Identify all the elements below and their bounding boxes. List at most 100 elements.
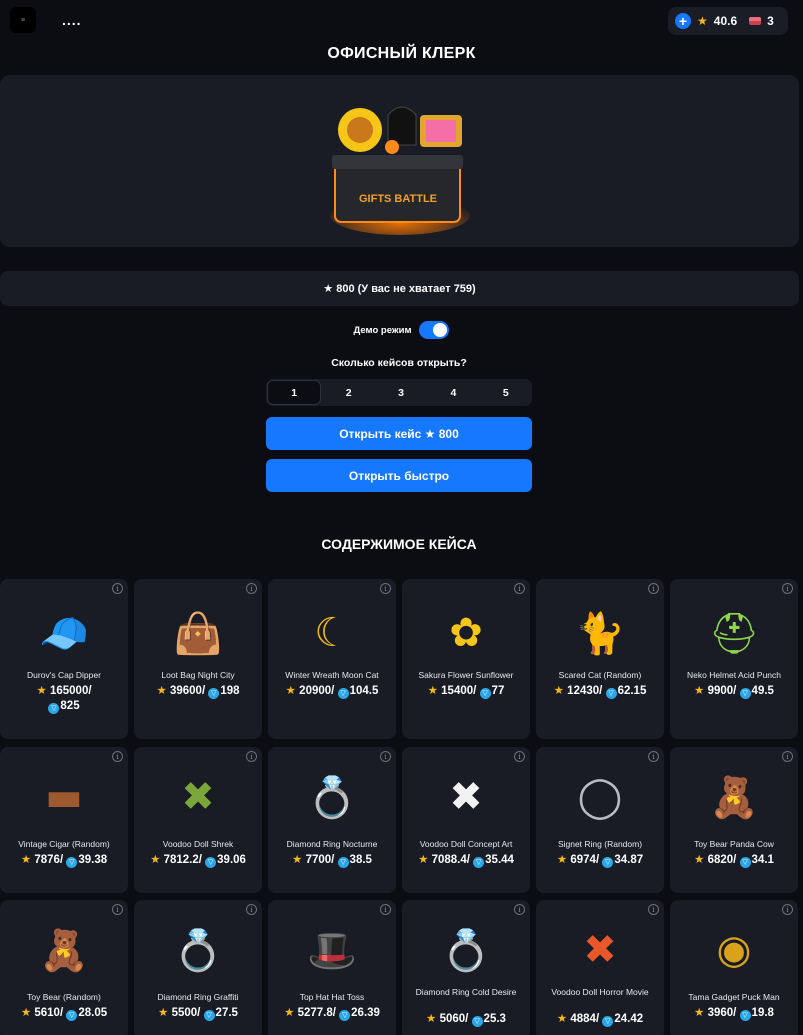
count-option-3[interactable]: 3 — [375, 379, 427, 406]
count-option-1[interactable]: 1 — [267, 380, 322, 405]
count-option-2[interactable]: 2 — [322, 379, 374, 406]
info-icon[interactable]: i — [648, 904, 659, 915]
item-price: ★ 3960/ ▽ 19.8 — [674, 1006, 794, 1021]
item-card[interactable]: i 🎩 Top Hat Hat Toss ★ 5277.8/ ▽ 26.39 — [268, 900, 396, 1035]
item-price-stars: 12430/ — [567, 685, 603, 697]
item-card[interactable]: i 🧸 Toy Bear (Random) ★ 5610/ ▽ 28.05 — [0, 900, 128, 1035]
item-card[interactable]: i ☾ Winter Wreath Moon Cat ★ 20900/ ▽ 104.5 — [268, 579, 396, 739]
info-icon[interactable]: i — [782, 583, 793, 594]
item-card[interactable]: i 💍 Diamond Ring Cold Desire ★ 5060/ ▽ 25.3 — [402, 900, 530, 1035]
item-price-ton: 39.38 — [78, 854, 108, 866]
item-card[interactable]: i ▬ Vintage Cigar (Random) ★ 7876/ ▽ 39.38 — [0, 747, 128, 893]
count-option-4[interactable]: 4 — [427, 379, 479, 406]
doll-icon: ✖ — [449, 774, 483, 820]
star-icon: ★ — [694, 854, 708, 866]
bear-icon: 🧸 — [709, 774, 759, 821]
cat-icon: 🐈 — [575, 610, 625, 657]
item-price-stars: 7812.2/ — [163, 854, 202, 866]
item-price-ton: 49.5 — [751, 685, 774, 697]
item-price: ★ 12430/ ▽ 62.15 — [540, 684, 660, 699]
item-card[interactable]: i ⛑ Neko Helmet Acid Punch ★ 9900/ ▽ 49.5 — [670, 579, 798, 739]
info-icon[interactable]: i — [648, 583, 659, 594]
ring-box-icon: 💍 — [441, 927, 491, 974]
info-icon[interactable]: i — [246, 751, 257, 762]
info-icon[interactable]: i — [514, 751, 525, 762]
ton-icon: ▽ — [203, 1010, 215, 1021]
info-icon[interactable]: i — [514, 904, 525, 915]
item-name: Voodoo Doll Horror Movie — [551, 987, 649, 997]
info-icon[interactable]: i — [380, 904, 391, 915]
info-icon[interactable]: i — [782, 751, 793, 762]
stars-balance: 40.6 — [713, 14, 738, 28]
item-price-ton: 27.5 — [215, 1007, 238, 1019]
item-price-stars: 15400/ — [441, 685, 477, 697]
ton-icon: ▽ — [479, 688, 491, 699]
star-icon: ★ — [158, 1007, 172, 1019]
item-card[interactable]: i ◉ Tama Gadget Puck Man ★ 3960/ ▽ 19.8 — [670, 900, 798, 1035]
item-price-stars: 165000/ — [49, 685, 92, 697]
top-hat-icon: 🎩 — [307, 927, 357, 974]
item-price-ton: 34.87 — [614, 854, 644, 866]
ring-box-icon: 💍 — [173, 927, 223, 974]
info-icon[interactable]: i — [648, 751, 659, 762]
info-icon[interactable]: i — [112, 583, 123, 594]
open-fast-button[interactable]: Открыть быстро — [266, 459, 532, 492]
star-icon: ★ — [20, 1007, 35, 1019]
item-card[interactable]: i 💍 Diamond Ring Nocturne ★ 7700/ ▽ 38.5 — [268, 747, 396, 893]
star-icon: ★ — [156, 685, 170, 697]
item-card[interactable]: i ✖ Voodoo Doll Horror Movie ★ 4884/ ▽ 24.42 — [536, 900, 664, 1035]
item-price-stars: 7700/ — [305, 854, 335, 866]
item-card[interactable]: i ✖ Voodoo Doll Concept Art ★ 7088.4/ ▽ 35.4… — [402, 747, 530, 893]
item-price-ton: 104.5 — [349, 685, 379, 697]
item-price: ★ 7812.2/ ▽ 39.06 — [138, 853, 258, 868]
case-price-bar: ★ 800 (У вас не хватает 759) — [0, 271, 799, 306]
item-card[interactable]: i 👜 Loot Bag Night City ★ 39600/ ▽ 198 — [134, 579, 262, 739]
balance-panel[interactable]: + ★ 40.6 3 — [668, 7, 788, 35]
info-icon[interactable]: i — [246, 904, 257, 915]
open-case-button[interactable]: Открыть кейс ★ 800 — [266, 417, 532, 450]
item-card[interactable]: i ✿ Sakura Flower Sunflower ★ 15400/ ▽ 77 — [402, 579, 530, 739]
item-price: ★ 4884/ ▽ 24.42 — [540, 1012, 660, 1027]
info-icon[interactable]: i — [380, 583, 391, 594]
item-card[interactable]: i 🧢 Durov's Cap Dipper ★ 165000/ ▽ 825 — [0, 579, 128, 739]
info-icon[interactable]: i — [112, 751, 123, 762]
demo-mode-row: Демо режим — [0, 321, 803, 339]
star-icon: ★ — [694, 1007, 708, 1019]
item-price: ★ 15400/ ▽ 77 — [406, 684, 526, 699]
ton-icon: ▽ — [473, 857, 485, 868]
chest-label: GIFTS BATTLE — [359, 193, 437, 205]
star-icon: ★ — [556, 854, 571, 866]
item-price: ★ 39600/ ▽ 198 — [138, 684, 258, 699]
info-icon[interactable]: i — [246, 583, 257, 594]
item-price-ton: 39.06 — [217, 854, 246, 866]
item-card[interactable]: i 🐈 Scared Cat (Random) ★ 12430/ ▽ 62.15 — [536, 579, 664, 739]
demo-mode-toggle[interactable] — [419, 321, 450, 339]
item-name: Durov's Cap Dipper — [27, 670, 101, 680]
item-price: ★ 6974/ ▽ 34.87 — [540, 853, 660, 868]
app-logo[interactable]: ≡ — [10, 7, 36, 33]
item-name: Vintage Cigar (Random) — [18, 839, 110, 849]
item-price-ton: 26.39 — [351, 1007, 380, 1019]
star-icon: ★ — [426, 1013, 440, 1025]
item-price-stars: 5060/ — [439, 1013, 469, 1025]
item-price: ★ 5500/ ▽ 27.5 — [138, 1006, 258, 1021]
item-price-ton: 19.8 — [751, 1007, 774, 1019]
info-icon[interactable]: i — [112, 904, 123, 915]
item-card[interactable]: i ◯ Signet Ring (Random) ★ 6974/ ▽ 34.87 — [536, 747, 664, 893]
item-card[interactable]: i ✖ Voodoo Doll Shrek ★ 7812.2/ ▽ 39.06 — [134, 747, 262, 893]
count-option-5[interactable]: 5 — [480, 379, 532, 406]
gadget-icon: ◉ — [716, 927, 752, 973]
add-balance-icon[interactable]: + — [675, 13, 691, 29]
item-name: Neko Helmet Acid Punch — [686, 670, 782, 680]
item-name: Tama Gadget Puck Man — [688, 992, 780, 1002]
item-name: Loot Bag Night City — [161, 670, 235, 680]
item-price: ★ 9900/ ▽ 49.5 — [674, 684, 794, 699]
info-icon[interactable]: i — [380, 751, 391, 762]
item-name: Signet Ring (Random) — [557, 839, 643, 849]
ton-icon: ▽ — [471, 1016, 483, 1027]
info-icon[interactable]: i — [782, 904, 793, 915]
item-card[interactable]: i 🧸 Toy Bear Panda Cow ★ 6820/ ▽ 34.1 — [670, 747, 798, 893]
item-card[interactable]: i 💍 Diamond Ring Graffiti ★ 5500/ ▽ 27.5 — [134, 900, 262, 1035]
item-price-ton: 77 — [491, 685, 505, 697]
info-icon[interactable]: i — [514, 583, 525, 594]
